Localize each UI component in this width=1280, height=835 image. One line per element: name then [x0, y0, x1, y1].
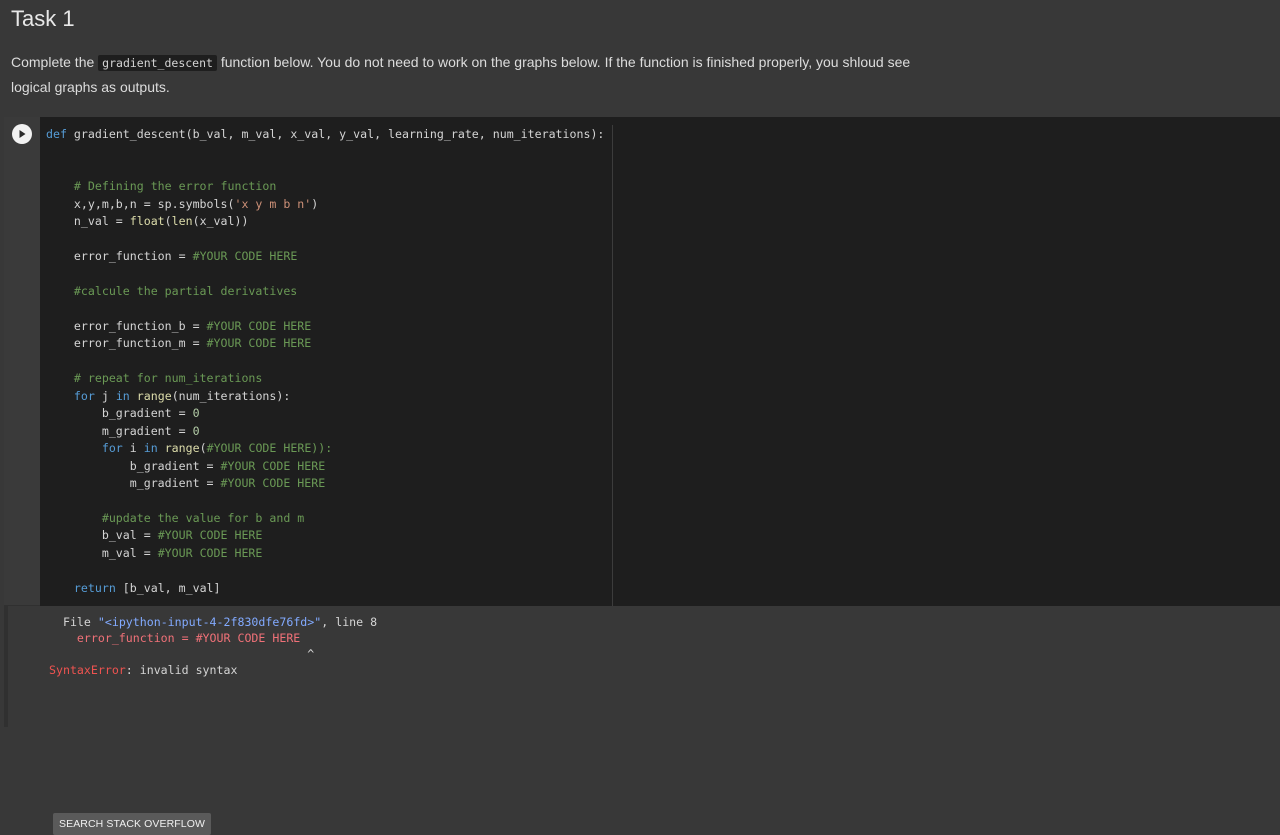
code-editor[interactable]: def gradient_descent(b_val, m_val, x_val… [40, 117, 1280, 606]
inline-code-function-name: gradient_descent [98, 55, 217, 71]
cell-gutter [4, 117, 40, 605]
task-title: Task 1 [11, 6, 75, 31]
traceback: File "<ipython-input-4-2f830dfe76fd>", l… [49, 614, 377, 678]
error-message: : invalid syntax [125, 663, 238, 677]
code-cell: def gradient_descent(b_val, m_val, x_val… [4, 117, 1280, 835]
task-description: Complete the gradient_descent function b… [11, 50, 951, 99]
cell-output: File "<ipython-input-4-2f830dfe76fd>", l… [8, 606, 1280, 835]
search-stack-overflow-button[interactable]: SEARCH STACK OVERFLOW [53, 813, 212, 835]
run-cell-button[interactable] [12, 124, 32, 144]
trace-error-source: error_function = #YOUR CODE HERE [49, 631, 301, 645]
markdown-cell[interactable]: Task 1 Complete the gradient_descent fun… [0, 0, 1280, 116]
trace-caret: ^ [49, 647, 315, 661]
desc-before: Complete the [11, 54, 99, 70]
trace-line-info: , line 8 [321, 615, 378, 629]
line-length-ruler [612, 125, 613, 606]
error-type: SyntaxError [49, 663, 126, 677]
source-code[interactable]: def gradient_descent(b_val, m_val, x_val… [46, 126, 604, 597]
trace-file-prefix: File [49, 615, 98, 629]
trace-file-name: "<ipython-input-4-2f830dfe76fd>" [97, 615, 322, 629]
play-icon [19, 130, 26, 138]
search-stack-overflow-label: SEARCH STACK OVERFLOW [59, 818, 206, 830]
